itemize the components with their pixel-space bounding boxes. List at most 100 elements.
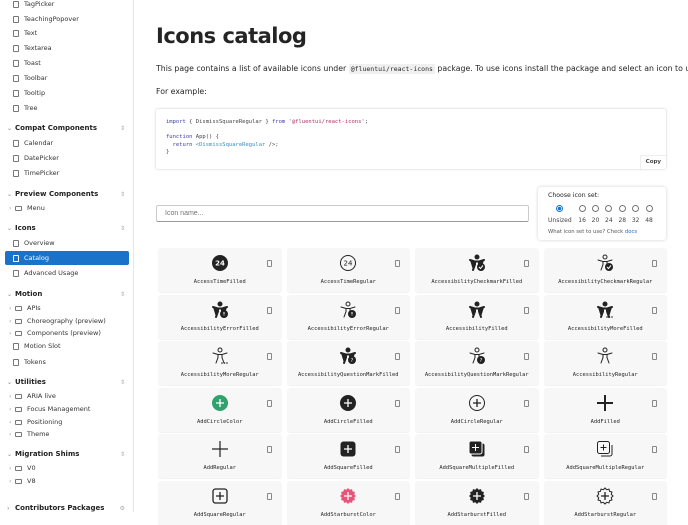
sidebar-item-toolbar[interactable]: Toolbar (5, 71, 129, 85)
radio-button[interactable] (578, 205, 586, 212)
sidebar-item-menu[interactable]: › Menu (5, 201, 129, 215)
docs-link[interactable]: docs (625, 229, 637, 235)
sidebar-item-advanced-usage[interactable]: Advanced Usage (5, 266, 129, 280)
icon-card[interactable]: AccessibilityMoreFilled (543, 294, 667, 339)
sidebar-section-utilities[interactable]: ⌄ Utilities ⇕ (5, 375, 129, 389)
copy-icon[interactable] (266, 399, 272, 407)
sidebar-item-motion-slot[interactable]: Motion Slot (5, 339, 129, 353)
sidebar-item-aria-live[interactable]: › ARIA live (5, 389, 129, 403)
sidebar-item-tooltip[interactable]: Tooltip (5, 86, 129, 100)
copy-icon[interactable] (523, 306, 529, 314)
sidebar-item-focus-management[interactable]: › Focus Management (5, 402, 129, 416)
sidebar-item-textarea[interactable]: Textarea (5, 41, 129, 55)
copy-icon[interactable] (266, 446, 272, 453)
icon-card[interactable]: AddSquareMultipleRegular (543, 434, 667, 478)
sidebar-item-catalog[interactable]: Catalog (5, 251, 129, 265)
sidebar-item-teachingpopover[interactable]: TeachingPopover (5, 12, 129, 26)
sidebar-section-motion[interactable]: ⌄ Motion ⇕ (5, 287, 129, 301)
radio-button[interactable] (645, 205, 653, 212)
copy-icon[interactable] (652, 492, 657, 500)
copy-icon[interactable] (523, 353, 529, 360)
copy-icon[interactable] (652, 353, 657, 360)
icon-search-input[interactable] (156, 205, 529, 222)
icon-card[interactable]: 24 AccessTimeRegular (286, 248, 410, 292)
copy-icon[interactable] (395, 353, 400, 360)
sidebar-item-components-preview[interactable]: › Components (preview) (5, 326, 129, 340)
sidebar-item-theme[interactable]: › Theme (5, 427, 129, 441)
icon-card[interactable]: AddCircleRegular (415, 387, 539, 432)
sidebar-item-tree[interactable]: Tree (5, 101, 129, 115)
sidebar-item-toast[interactable]: Toast (5, 56, 129, 70)
copy-icon[interactable] (395, 446, 400, 453)
copy-button[interactable]: Copy (639, 154, 666, 169)
expand-collapse-icon[interactable]: ⇕ (120, 191, 125, 198)
icon-set-option-32[interactable]: 32 (629, 205, 642, 224)
copy-icon[interactable] (523, 399, 529, 407)
sidebar-item-timepicker[interactable]: TimePicker (5, 166, 129, 180)
icon-card[interactable]: AccessibilityCheckmarkRegular (543, 248, 667, 292)
copy-icon[interactable] (523, 260, 529, 267)
radio-button[interactable] (632, 205, 640, 212)
icon-set-option-unsized[interactable]: Unsized (548, 205, 572, 224)
sidebar-item-apis[interactable]: › APIs (5, 301, 129, 315)
icon-card[interactable]: AddStarburstFilled (415, 480, 539, 525)
radio-button[interactable] (605, 205, 613, 212)
sidebar-section-icons[interactable]: ⌄ Icons ⇕ (5, 221, 129, 235)
icon-card[interactable]: AccessibilityFilled (415, 294, 539, 339)
sidebar-item-datepicker[interactable]: DatePicker (5, 151, 129, 165)
copy-icon[interactable] (266, 353, 272, 360)
expand-collapse-icon[interactable]: ⇕ (120, 379, 125, 386)
sidebar-section-preview-components[interactable]: ⌄ Preview Components ⇕ (5, 187, 129, 201)
sidebar-item-text[interactable]: Text (5, 26, 129, 40)
sidebar-item-calendar[interactable]: Calendar (5, 136, 129, 150)
copy-icon[interactable] (523, 446, 529, 453)
expand-collapse-icon[interactable]: ⇕ (120, 125, 125, 132)
icon-card[interactable]: ? AccessibilityQuestionMarkRegular (415, 341, 539, 385)
copy-icon[interactable] (395, 260, 400, 267)
icon-card[interactable]: AddCircleColor (158, 387, 282, 432)
icon-card[interactable]: 24 AccessTimeFilled (158, 248, 282, 292)
icon-card[interactable]: AddSquareRegular (158, 480, 282, 525)
copy-icon[interactable] (652, 306, 657, 314)
copy-icon[interactable] (266, 306, 272, 314)
icon-set-option-48[interactable]: 48 (643, 205, 656, 224)
copy-icon[interactable] (266, 260, 272, 267)
icon-card[interactable]: AddCircleFilled (286, 387, 410, 432)
icon-card[interactable]: AccessibilityCheckmarkFilled (415, 248, 539, 292)
copy-icon[interactable] (652, 260, 657, 267)
expand-collapse-icon[interactable]: ⇕ (120, 451, 125, 458)
icon-card[interactable]: AccessibilityMoreRegular (158, 341, 282, 385)
icon-card[interactable]: AccessibilityErrorRegular (286, 294, 410, 339)
sidebar-section-migration-shims[interactable]: ⌄ Migration Shims ⇕ (5, 447, 129, 461)
icon-set-option-28[interactable]: 28 (616, 205, 629, 224)
icon-card[interactable]: AddFilled (543, 387, 667, 432)
icon-card[interactable]: AddRegular (158, 434, 282, 478)
radio-button[interactable] (556, 205, 564, 212)
icon-card[interactable]: AccessibilityRegular (543, 341, 667, 385)
sidebar-item-tagpicker[interactable]: TagPicker (5, 0, 129, 11)
icon-set-option-20[interactable]: 20 (589, 205, 602, 224)
sidebar-item-overview[interactable]: Overview (5, 236, 129, 250)
expand-collapse-icon[interactable]: ⇕ (120, 225, 125, 232)
icon-card[interactable]: AccessibilityErrorFilled (158, 294, 282, 339)
copy-icon[interactable] (266, 492, 272, 500)
icon-card[interactable]: AddSquareMultipleFilled (415, 434, 539, 478)
copy-icon[interactable] (395, 492, 400, 500)
copy-icon[interactable] (395, 399, 400, 407)
sidebar-item-v0[interactable]: › V0 (5, 461, 129, 475)
copy-icon[interactable] (395, 306, 400, 314)
icon-set-option-16[interactable]: 16 (576, 205, 589, 224)
icon-card[interactable]: AddSquareFilled (286, 434, 410, 478)
copy-icon[interactable] (523, 492, 529, 500)
copy-icon[interactable] (652, 446, 657, 453)
radio-button[interactable] (591, 205, 599, 212)
icon-card[interactable]: AddStarburstColor (286, 480, 410, 525)
sidebar-section-contributors-packages[interactable]: › Contributors Packages ⚙ (5, 501, 129, 515)
gear-icon[interactable]: ⚙ (120, 505, 125, 512)
icon-card[interactable]: AddStarburstRegular (543, 480, 667, 525)
sidebar-section-compat-components[interactable]: ⌄ Compat Components ⇕ (5, 121, 129, 135)
copy-icon[interactable] (652, 399, 657, 407)
sidebar-item-tokens[interactable]: Tokens (5, 355, 129, 369)
icon-set-option-24[interactable]: 24 (602, 205, 615, 224)
icon-card[interactable]: ? AccessibilityQuestionMarkFilled (286, 341, 410, 385)
